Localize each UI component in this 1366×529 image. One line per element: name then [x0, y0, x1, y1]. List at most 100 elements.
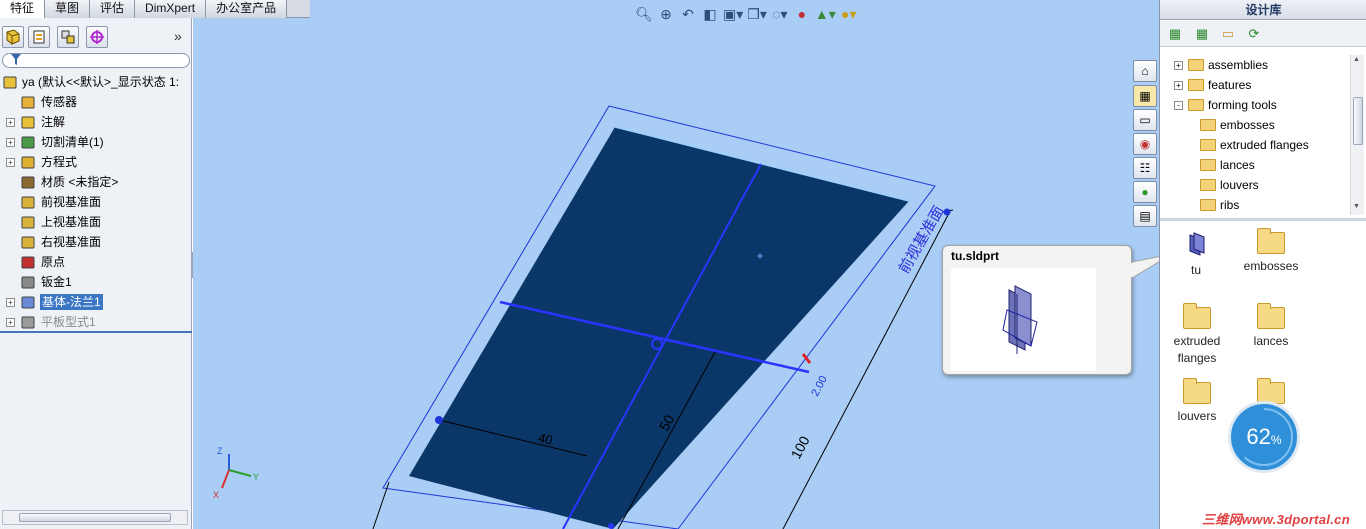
library-pane-splitter[interactable]: [1160, 218, 1366, 221]
view-settings-icon[interactable]: ●▾: [840, 4, 858, 24]
feature-tree-label: 平板型式1: [41, 315, 96, 329]
design-library-title: 设计库: [1160, 0, 1366, 20]
command-manager-tabs: 特征 草图 评估 DimXpert 办公室产品: [0, 0, 310, 18]
library-tree-item[interactable]: + features: [1174, 75, 1346, 95]
collapse-panel-icon[interactable]: »: [174, 28, 182, 44]
plane-icon: [20, 214, 36, 230]
feature-manager-icon[interactable]: [2, 26, 24, 48]
expand-toggle-icon[interactable]: +: [6, 318, 15, 327]
feature-tree-label: 切割清单(1): [41, 135, 104, 149]
section-view-icon[interactable]: ◧: [701, 4, 719, 24]
edit-appearance-icon[interactable]: ●: [793, 4, 811, 24]
feature-tree-label: 注解: [41, 115, 66, 129]
view-orientation-icon[interactable]: ▣▾: [723, 4, 743, 24]
folder-icon: [1188, 79, 1204, 91]
folder-icon: [1200, 159, 1216, 171]
library-item-label: embosses: [1243, 259, 1299, 273]
library-item-label: lances: [1253, 334, 1289, 348]
expand-toggle-icon[interactable]: +: [6, 138, 15, 147]
library-part-item[interactable]: tu: [1161, 232, 1231, 279]
feature-tree-label: 钣金1: [41, 275, 72, 289]
library-item-label: extruded flanges: [1173, 334, 1221, 365]
expand-toggle-icon[interactable]: +: [1174, 81, 1183, 90]
sheet-metal-face: [409, 127, 909, 529]
expand-toggle-icon[interactable]: -: [1174, 101, 1183, 110]
view-palette-icon[interactable]: ☷: [1133, 157, 1157, 179]
refresh-icon[interactable]: ⟳: [1245, 25, 1263, 43]
tab-office-products[interactable]: 办公室产品: [206, 0, 288, 18]
cutlist-icon: [20, 134, 36, 150]
library-tree-item[interactable]: ribs: [1200, 195, 1350, 213]
library-folder-item[interactable]: louvers: [1162, 378, 1232, 425]
library-folder-item[interactable]: embosses: [1236, 228, 1306, 275]
library-tree-item[interactable]: embosses: [1200, 115, 1350, 135]
file-explorer-icon[interactable]: ▭: [1133, 109, 1157, 131]
folder-icon: [1188, 99, 1204, 111]
tab-evaluate[interactable]: 评估: [90, 0, 136, 18]
home-icon[interactable]: ⌂: [1133, 60, 1157, 82]
expand-toggle-icon[interactable]: +: [6, 158, 15, 167]
library-folder-item[interactable]: extruded flanges: [1162, 303, 1232, 367]
property-manager-icon[interactable]: [28, 26, 50, 48]
watermark-text: 三维网www.3dportal.cn: [1202, 512, 1350, 527]
horizontal-scrollbar[interactable]: [2, 510, 188, 525]
library-tree-item[interactable]: - forming tools: [1174, 95, 1346, 115]
dimxpert-manager-icon[interactable]: [86, 26, 108, 48]
custom-properties-icon[interactable]: ▤: [1133, 205, 1157, 227]
add-to-library-icon[interactable]: ▦: [1166, 25, 1184, 43]
part-file-icon: [1161, 232, 1231, 262]
annotation-icon: [20, 114, 36, 130]
zoom-area-icon[interactable]: ⊕: [657, 4, 675, 24]
zoom-to-fit-icon[interactable]: 🔍︎: [635, 4, 653, 24]
expand-toggle-icon[interactable]: +: [6, 118, 15, 127]
tab-features[interactable]: 特征: [0, 0, 46, 18]
rollback-bar[interactable]: [0, 331, 192, 333]
hide-show-icon[interactable]: ◌▾: [771, 4, 789, 24]
sketch-point: [435, 416, 443, 424]
library-tree-label: extruded flanges: [1220, 138, 1309, 152]
library-tree-item[interactable]: louvers: [1200, 175, 1350, 195]
filter-icon: [11, 54, 21, 68]
create-folder-icon[interactable]: ▭: [1219, 25, 1237, 43]
apply-scene-icon[interactable]: ▲▾: [815, 4, 836, 24]
previous-view-icon[interactable]: ↶: [679, 4, 697, 24]
design-library-icon[interactable]: ▦: [1133, 85, 1157, 107]
feature-filter-input[interactable]: [2, 53, 190, 68]
library-tree-scrollbar[interactable]: ▲ ▼: [1350, 55, 1364, 215]
progress-value: 62: [1246, 424, 1271, 449]
feature-tree-label: 传感器: [41, 95, 78, 109]
selection-arrow: [801, 353, 812, 364]
search-icon[interactable]: ◉: [1133, 133, 1157, 155]
feature-tree-label: 前视基准面: [41, 195, 102, 209]
library-item-label: louvers: [1177, 409, 1217, 423]
library-folder-item[interactable]: lances: [1236, 303, 1306, 350]
preview-title: tu.sldprt: [951, 249, 999, 263]
feature-tree-label: 材质 <未指定>: [41, 175, 119, 189]
scrollbar-thumb[interactable]: [19, 513, 171, 522]
sheetmetal-icon: [20, 274, 36, 290]
triad-x-label: X: [213, 490, 219, 500]
triad-y-label: Y: [253, 472, 259, 482]
design-library-tree: + assemblies + features - forming tools emboss…: [1170, 55, 1350, 213]
scrollbar-thumb[interactable]: [1353, 97, 1363, 145]
appearances-icon[interactable]: ●: [1133, 181, 1157, 203]
triad-z-label: Z: [217, 446, 223, 456]
dimension-extension: [372, 481, 390, 529]
add-file-location-icon[interactable]: ▦: [1193, 25, 1211, 43]
tab-dimxpert[interactable]: DimXpert: [135, 0, 207, 18]
material-icon: [20, 174, 36, 190]
library-tree-item[interactable]: lances: [1200, 155, 1350, 175]
progress-indicator: 62%: [1228, 401, 1300, 473]
feature-tree-label: 方程式: [41, 155, 78, 169]
library-tree-item[interactable]: extruded flanges: [1200, 135, 1350, 155]
library-tree-item[interactable]: + assemblies: [1174, 55, 1346, 75]
configuration-manager-icon[interactable]: [57, 26, 79, 48]
feature-tree-label: 右视基准面: [41, 235, 102, 249]
feature-tree-label: 上视基准面: [41, 215, 102, 229]
tab-sketch[interactable]: 草图: [45, 0, 91, 18]
expand-toggle-icon[interactable]: +: [1174, 61, 1183, 70]
display-style-icon[interactable]: ❒▾: [747, 4, 767, 24]
folder-icon: [1257, 303, 1285, 329]
folder-icon: [1183, 378, 1211, 404]
expand-toggle-icon[interactable]: +: [6, 298, 15, 307]
